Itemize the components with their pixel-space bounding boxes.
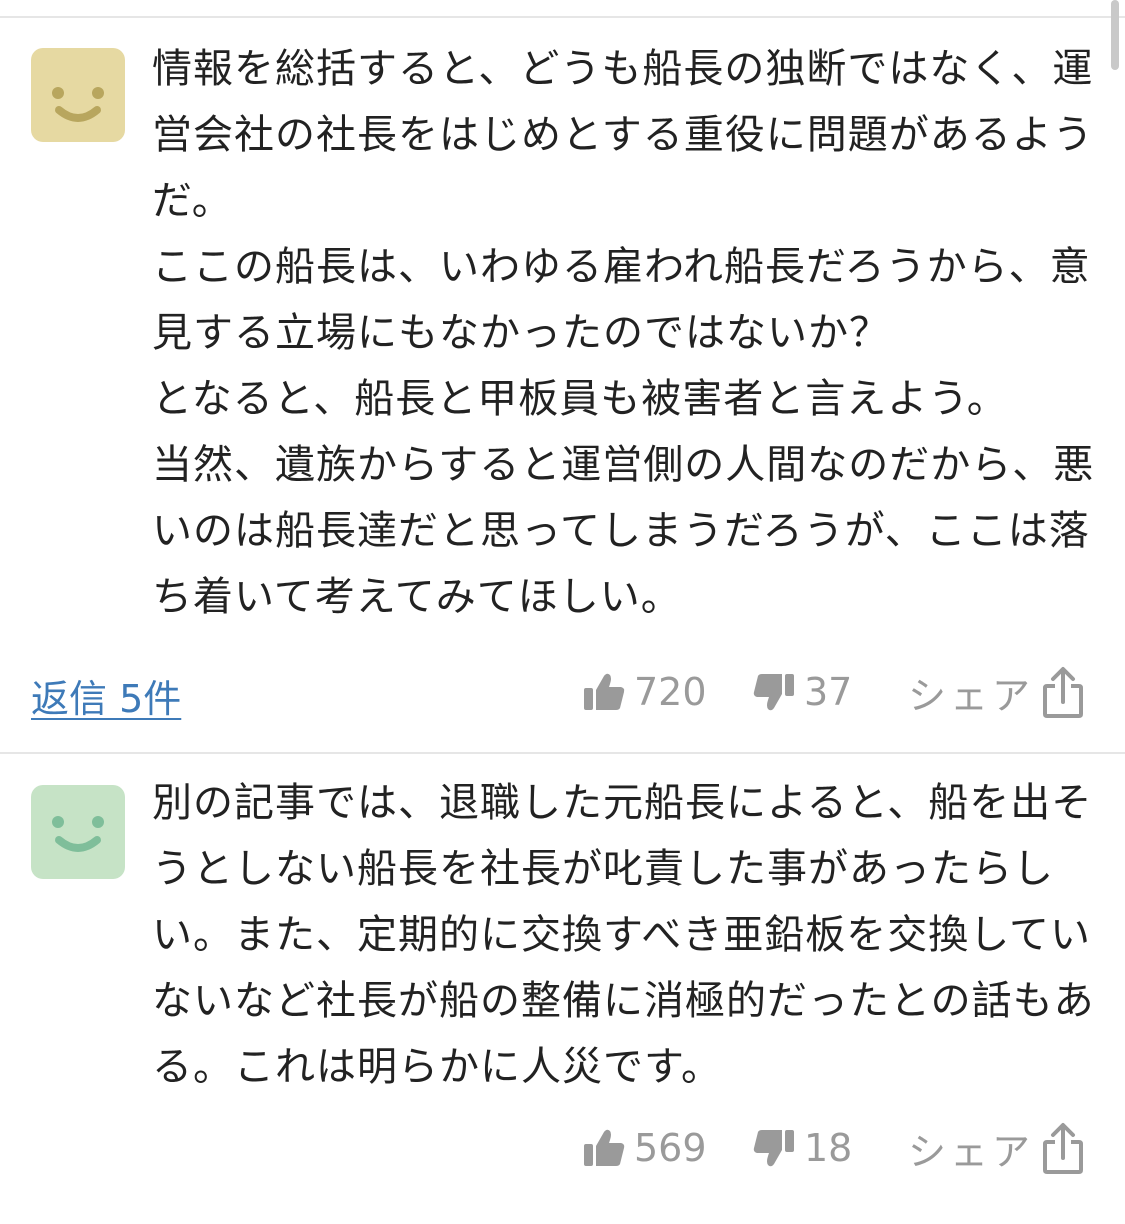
comment-footer: 569 18 シェア — [0, 1118, 1125, 1178]
dislike-count: 18 — [804, 1126, 853, 1170]
share-label: シェア — [908, 1129, 1035, 1174]
like-count: 569 — [634, 1126, 707, 1170]
dislike-button[interactable]: 37 — [752, 666, 852, 718]
comment-text: 情報を総括すると、どうも船長の独断ではなく、運営会社の社長をはじめとする重役に問… — [152, 46, 1095, 620]
comment-item: 情報を総括すると、どうも船長の独断ではなく、運営会社の社長をはじめとする重役に問… — [0, 18, 1125, 752]
share-button[interactable]: シェア — [908, 1122, 1084, 1174]
like-button[interactable]: 569 — [582, 1122, 707, 1174]
share-button[interactable]: シェア — [908, 666, 1084, 718]
dislike-button[interactable]: 18 — [752, 1122, 852, 1174]
thumbs-up-icon — [584, 673, 625, 710]
dislike-count: 37 — [804, 670, 853, 714]
smiley-face-icon — [52, 87, 104, 122]
thumbs-down-icon — [753, 1130, 794, 1167]
reply-count-link[interactable]: 返信 5件 — [31, 668, 181, 723]
like-button[interactable]: 720 — [582, 666, 707, 718]
thumbs-up-icon — [584, 1129, 625, 1166]
comment-footer: 返信 5件 720 37 シェア — [0, 662, 1125, 722]
share-label: シェア — [908, 673, 1035, 718]
avatar — [31, 785, 125, 879]
share-icon — [1043, 1123, 1084, 1174]
comment-item: 別の記事では、退職した元船長によると、船を出そうとしない船長を社長が叱責した事が… — [0, 754, 1125, 1224]
comment-text: 別の記事では、退職した元船長によると、船を出そうとしない船長を社長が叱責した事が… — [152, 780, 1095, 1090]
like-count: 720 — [634, 670, 707, 714]
share-icon — [1043, 667, 1084, 718]
avatar — [31, 48, 125, 142]
smiley-face-icon — [52, 816, 104, 852]
thumbs-down-icon — [753, 674, 794, 711]
